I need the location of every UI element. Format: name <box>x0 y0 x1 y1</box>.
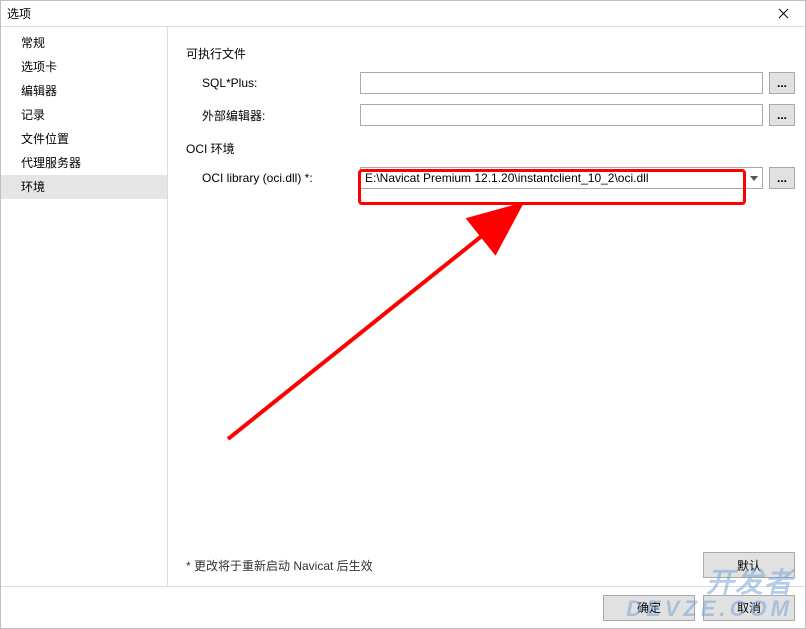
window-title: 选项 <box>7 5 31 22</box>
row-sqlplus: SQL*Plus: ... <box>186 72 795 94</box>
combo-oci-library[interactable]: E:\Navicat Premium 12.1.20\instantclient… <box>360 167 763 189</box>
section-executable: 可执行文件 <box>186 45 795 62</box>
row-oci: OCI library (oci.dll) *: E:\Navicat Prem… <box>186 167 795 189</box>
browse-oci-button[interactable]: ... <box>769 167 795 189</box>
footer-area: * 更改将于重新启动 Navicat 后生效 默认 <box>186 546 795 586</box>
section-oci: OCI 环境 <box>186 140 795 157</box>
row-external-editor: 外部编辑器: ... <box>186 104 795 126</box>
browse-sqlplus-button[interactable]: ... <box>769 72 795 94</box>
options-dialog: 选项 常规 选项卡 编辑器 记录 文件位置 代理服务器 环境 可执行文件 SQL… <box>0 0 806 629</box>
hint-row: * 更改将于重新启动 Navicat 后生效 默认 <box>186 546 795 586</box>
button-bar: 确定 取消 <box>1 586 805 628</box>
default-button[interactable]: 默认 <box>703 552 795 578</box>
close-button[interactable] <box>761 1 805 27</box>
sidebar-item-proxy[interactable]: 代理服务器 <box>1 151 167 175</box>
sidebar-item-file-location[interactable]: 文件位置 <box>1 127 167 151</box>
sidebar-item-editor[interactable]: 编辑器 <box>1 79 167 103</box>
label-sqlplus: SQL*Plus: <box>186 76 360 90</box>
sidebar-item-tabs[interactable]: 选项卡 <box>1 55 167 79</box>
sidebar: 常规 选项卡 编辑器 记录 文件位置 代理服务器 环境 <box>1 27 168 586</box>
ok-button[interactable]: 确定 <box>603 595 695 621</box>
browse-external-editor-button[interactable]: ... <box>769 104 795 126</box>
input-sqlplus[interactable] <box>360 72 763 94</box>
label-external-editor: 外部编辑器: <box>186 107 360 124</box>
input-external-editor[interactable] <box>360 104 763 126</box>
chevron-down-icon <box>750 171 758 185</box>
close-icon <box>778 8 789 19</box>
main-panel: 可执行文件 SQL*Plus: ... 外部编辑器: ... OCI 环境 OC… <box>168 27 805 586</box>
cancel-button[interactable]: 取消 <box>703 595 795 621</box>
sidebar-item-environment[interactable]: 环境 <box>1 175 167 199</box>
label-oci: OCI library (oci.dll) *: <box>186 171 360 185</box>
dialog-body: 常规 选项卡 编辑器 记录 文件位置 代理服务器 环境 可执行文件 SQL*Pl… <box>1 27 805 586</box>
restart-hint: * 更改将于重新启动 Navicat 后生效 <box>186 557 373 574</box>
sidebar-item-general[interactable]: 常规 <box>1 31 167 55</box>
annotation-arrow <box>218 199 608 449</box>
sidebar-item-records[interactable]: 记录 <box>1 103 167 127</box>
titlebar: 选项 <box>1 1 805 27</box>
combo-oci-value: E:\Navicat Premium 12.1.20\instantclient… <box>365 171 648 185</box>
